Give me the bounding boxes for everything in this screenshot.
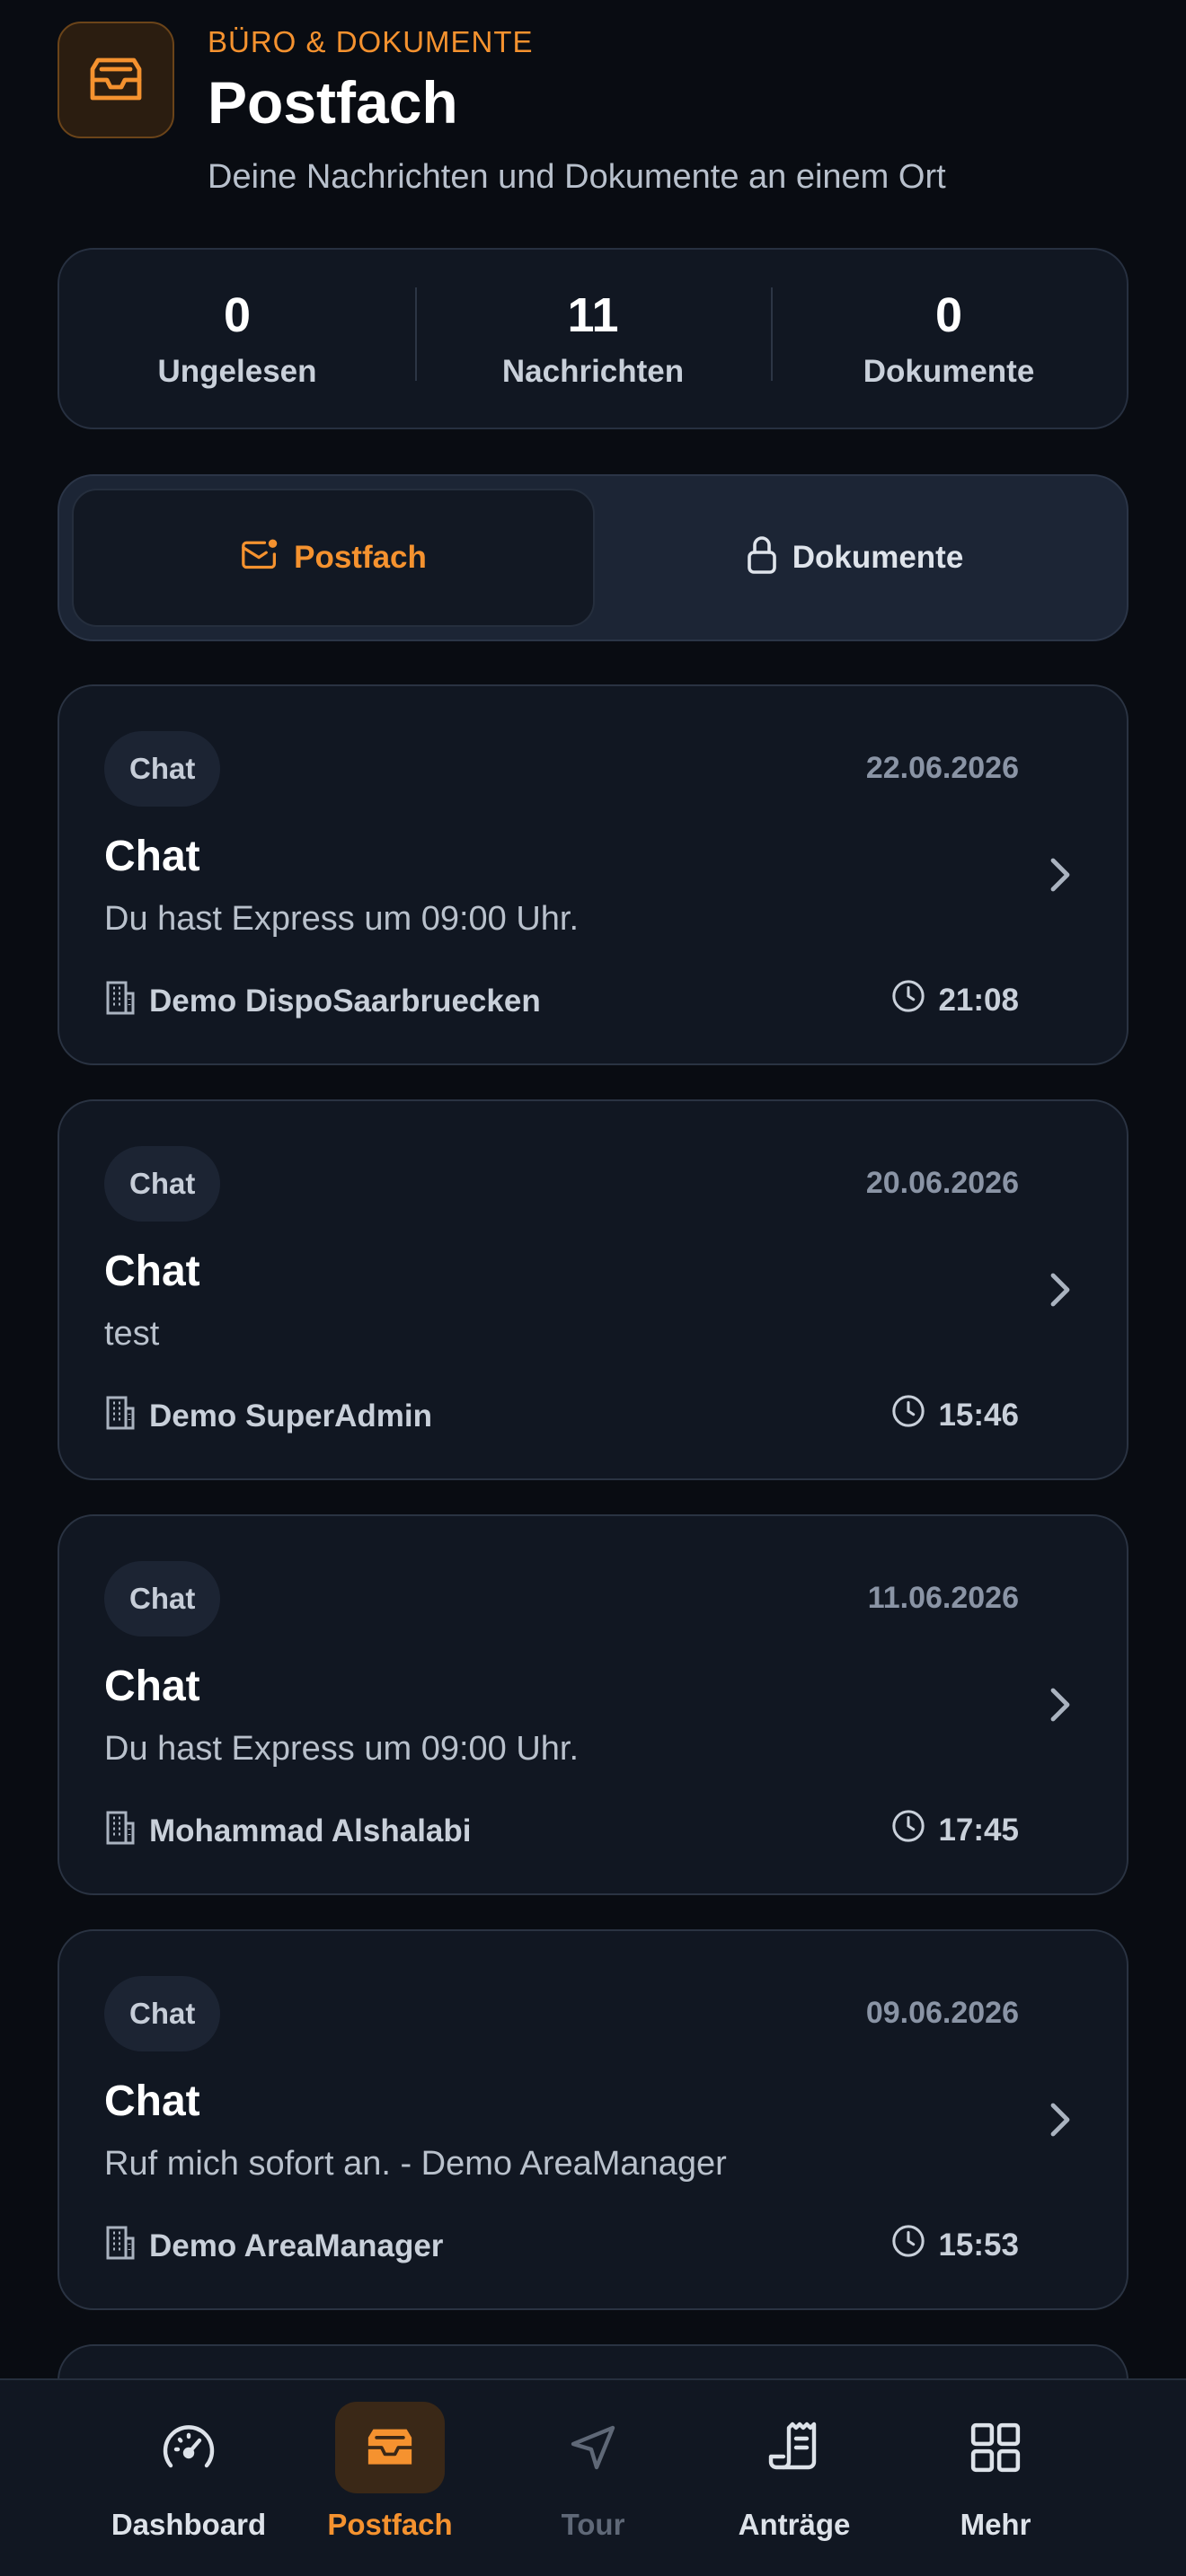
stat-label: Dokumente — [863, 354, 1035, 389]
building-icon — [104, 1394, 137, 1438]
sender-name: Demo AreaManager — [149, 2228, 444, 2263]
page-title: Postfach — [208, 69, 458, 136]
chevron-right-icon — [1048, 1270, 1073, 1314]
clock-icon — [891, 1809, 925, 1851]
message-title: Chat — [104, 1663, 200, 1710]
message-time: 15:46 — [891, 1394, 1019, 1436]
building-icon — [104, 979, 137, 1023]
chevron-right-icon — [1048, 1685, 1073, 1729]
message-time: 21:08 — [891, 979, 1019, 1021]
navigation-arrow-icon — [538, 2402, 648, 2493]
nav-label: Anträge — [738, 2508, 851, 2541]
message-type-badge: Chat — [104, 1561, 221, 1636]
message-title: Chat — [104, 2078, 200, 2125]
tab-label: Dokumente — [792, 540, 964, 575]
stat-value: 0 — [934, 288, 963, 342]
bottom-nav: Dashboard Postfach Tour Anträge Mehr — [0, 2378, 1186, 2576]
lock-icon — [746, 534, 778, 582]
building-icon — [104, 2224, 137, 2268]
message-preview: test — [104, 1315, 160, 1353]
document-scroll-icon — [739, 2402, 849, 2493]
speedometer-icon — [134, 2402, 243, 2493]
nav-mehr[interactable]: Mehr — [906, 2402, 1085, 2563]
message-date: 11.06.2026 — [867, 1581, 1019, 1615]
clock-icon — [891, 979, 925, 1021]
message-title: Chat — [104, 1248, 200, 1295]
nav-label: Mehr — [960, 2508, 1031, 2541]
nav-antraege[interactable]: Anträge — [704, 2402, 884, 2563]
clock-icon — [891, 2224, 925, 2266]
message-title: Chat — [104, 833, 200, 880]
message-type-badge: Chat — [104, 1146, 221, 1222]
page-subtitle: Deine Nachrichten und Dokumente an einem… — [208, 158, 946, 196]
message-preview: Du hast Express um 09:00 Uhr. — [104, 900, 580, 938]
stat-value: 0 — [223, 288, 252, 342]
nav-dashboard[interactable]: Dashboard — [99, 2402, 279, 2563]
nav-label: Tour — [561, 2508, 625, 2541]
stat-label: Ungelesen — [157, 354, 317, 389]
mail-notification-icon — [240, 536, 279, 580]
message-type-badge: Chat — [104, 731, 221, 807]
sender-name: Demo SuperAdmin — [149, 1398, 433, 1434]
message-card[interactable]: Chat 09.06.2026 Chat Ruf mich sofort an.… — [58, 1929, 1128, 2310]
message-sender: Demo SuperAdmin — [104, 1394, 432, 1438]
message-date: 20.06.2026 — [865, 1166, 1019, 1200]
chevron-right-icon — [1048, 855, 1073, 899]
chevron-right-icon — [1048, 2100, 1073, 2144]
stat-messages: 11 Nachrichten — [415, 287, 771, 390]
section-eyebrow: BÜRO & DOKUMENTE — [208, 25, 534, 58]
tab-label: Postfach — [294, 540, 427, 575]
message-card[interactable]: Chat 11.06.2026 Chat Du hast Express um … — [58, 1514, 1128, 1895]
message-time: 17:45 — [891, 1809, 1019, 1851]
tab-postfach[interactable]: Postfach — [72, 489, 595, 627]
time-value: 15:46 — [938, 1397, 1019, 1433]
building-icon — [104, 1809, 137, 1853]
stat-label: Nachrichten — [501, 354, 685, 389]
page-header: BÜRO & DOKUMENTE Postfach Deine Nachrich… — [58, 20, 1128, 208]
message-preview: Du hast Express um 09:00 Uhr. — [104, 1730, 580, 1768]
nav-tour[interactable]: Tour — [503, 2402, 683, 2563]
time-value: 17:45 — [938, 1812, 1019, 1848]
message-card[interactable]: Chat 22.06.2026 Chat Du hast Express um … — [58, 684, 1128, 1065]
stats-panel: 0 Ungelesen 11 Nachrichten 0 Dokumente — [58, 248, 1128, 429]
message-sender: Mohammad Alshalabi — [104, 1809, 472, 1853]
nav-postfach[interactable]: Postfach — [300, 2402, 480, 2563]
tab-dokumente[interactable]: Dokumente — [595, 489, 1114, 627]
inbox-icon — [58, 22, 174, 138]
message-type-badge: Chat — [104, 1976, 221, 2051]
nav-label: Dashboard — [111, 2508, 267, 2541]
inbox-icon — [335, 2402, 445, 2493]
stat-value: 11 — [567, 288, 619, 342]
message-time: 15:53 — [891, 2224, 1019, 2266]
message-card[interactable]: Chat 20.06.2026 Chat test Demo SuperAdmi… — [58, 1099, 1128, 1480]
message-preview: Ruf mich sofort an. - Demo AreaManager — [104, 2145, 727, 2183]
message-list: Chat 22.06.2026 Chat Du hast Express um … — [58, 684, 1128, 2486]
grid-icon — [941, 2402, 1050, 2493]
clock-icon — [891, 1394, 925, 1436]
message-sender: Demo AreaManager — [104, 2224, 443, 2268]
stat-documents: 0 Dokumente — [771, 287, 1127, 390]
sender-name: Demo DispoSaarbruecken — [149, 983, 541, 1019]
message-date: 09.06.2026 — [865, 1996, 1019, 2030]
time-value: 21:08 — [938, 982, 1019, 1018]
time-value: 15:53 — [938, 2227, 1019, 2263]
tab-switcher: Postfach Dokumente — [58, 474, 1128, 641]
message-date: 22.06.2026 — [865, 751, 1019, 785]
nav-label: Postfach — [327, 2508, 453, 2541]
sender-name: Mohammad Alshalabi — [149, 1813, 472, 1848]
stat-unread: 0 Ungelesen — [59, 287, 415, 390]
message-sender: Demo DispoSaarbruecken — [104, 979, 541, 1023]
